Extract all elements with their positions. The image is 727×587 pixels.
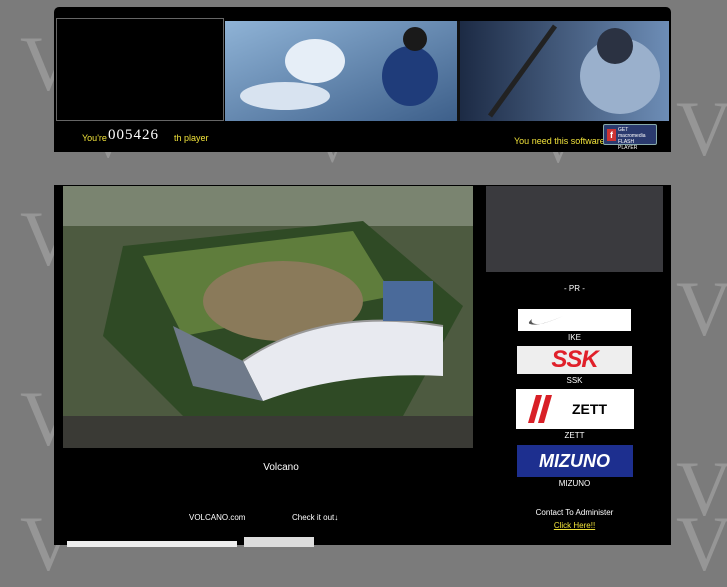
contact-label: Contact To Administer bbox=[535, 508, 614, 517]
nike-logo bbox=[518, 309, 631, 331]
main-panel: Volcano VOLCANO.com Check it out↓ - PR -… bbox=[54, 185, 671, 547]
background-letter: V bbox=[676, 265, 727, 352]
counter-suffix: th player bbox=[174, 133, 209, 143]
background-letter: V bbox=[676, 500, 727, 587]
check-it-out-link[interactable]: Check it out↓ bbox=[292, 513, 338, 522]
stadium-photo bbox=[63, 186, 473, 448]
flash-icon: f bbox=[607, 129, 616, 141]
background-letter: V bbox=[676, 85, 727, 172]
sponsor-name: MIZUNO bbox=[558, 479, 591, 488]
logo-area bbox=[56, 18, 224, 121]
zett-logo: ZETT bbox=[515, 389, 634, 429]
contact-link[interactable]: Click Here!! bbox=[486, 521, 663, 530]
sidebar-ad-box bbox=[486, 186, 663, 272]
bottom-button[interactable] bbox=[244, 537, 314, 547]
sponsor-name: ZETT bbox=[564, 431, 585, 440]
baseball-banner-image bbox=[225, 21, 669, 121]
flash-badge-text: GET macromedia FLASH PLAYER bbox=[618, 127, 646, 151]
flash-player-download-button[interactable]: f GET macromedia FLASH PLAYER bbox=[603, 124, 657, 151]
sponsor-name: SSK bbox=[566, 376, 583, 385]
photo-caption: Volcano bbox=[263, 462, 299, 473]
zett-logo-text: ZETT bbox=[572, 401, 607, 417]
ssk-logo: SSK bbox=[517, 346, 632, 374]
bottom-text-field[interactable] bbox=[67, 541, 237, 547]
volcano-site-link[interactable]: VOLCANO.com bbox=[189, 513, 245, 522]
sponsor-name: IKE bbox=[568, 333, 581, 342]
sponsor-zett[interactable]: ZETT ZETT bbox=[486, 389, 663, 440]
mizuno-logo: MIZUNO bbox=[516, 445, 633, 477]
zett-mark-icon bbox=[527, 395, 552, 423]
counter-prefix: You're bbox=[82, 133, 107, 143]
sponsor-mizuno[interactable]: MIZUNO MIZUNO bbox=[486, 445, 663, 488]
pr-label: - PR - bbox=[564, 284, 585, 293]
sponsor-nike[interactable]: IKE bbox=[486, 309, 663, 342]
visitor-counter: 005426 bbox=[108, 127, 159, 143]
header-panel: You're 005426 th player You need this so… bbox=[54, 7, 671, 152]
need-software-label: You need this software bbox=[514, 136, 605, 146]
sponsor-ssk[interactable]: SSK SSK bbox=[486, 346, 663, 385]
